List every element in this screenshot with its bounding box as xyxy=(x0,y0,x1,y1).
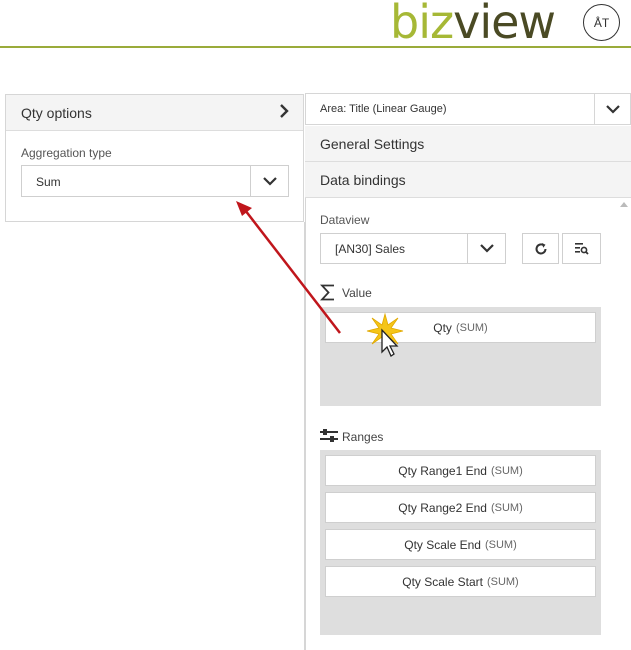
refresh-button[interactable] xyxy=(522,233,559,264)
aggregation-type-label: Aggregation type xyxy=(21,146,112,160)
value-field-qty[interactable]: Qty (SUM) xyxy=(325,312,596,343)
dataview-select[interactable]: [AN30] Sales xyxy=(320,233,506,264)
ranges-label: Ranges xyxy=(342,430,384,444)
qty-options-panel: Qty options Aggregation type Sum xyxy=(5,94,304,222)
value-dropzone[interactable]: Qty (SUM) xyxy=(320,307,601,406)
chevron-down-icon[interactable] xyxy=(467,234,505,263)
aggregation-type-select[interactable]: Sum xyxy=(21,165,289,197)
refresh-icon xyxy=(535,242,546,254)
dataview-value: [AN30] Sales xyxy=(335,242,406,256)
inspect-icon xyxy=(575,243,589,255)
area-select-value: Area: Title (Linear Gauge) xyxy=(320,103,447,115)
qty-options-title: Qty options xyxy=(21,105,92,121)
field-aggregation: (SUM) xyxy=(486,575,519,588)
top-bar: bizview ÅT xyxy=(0,0,631,48)
user-avatar[interactable]: ÅT xyxy=(583,4,620,41)
ranges-dropzone[interactable]: Qty Range1 End (SUM) Qty Range2 End (SUM… xyxy=(320,450,601,635)
area-select[interactable]: Area: Title (Linear Gauge) xyxy=(305,93,631,125)
field-name: Qty Range1 End xyxy=(398,463,487,478)
chevron-down-icon[interactable] xyxy=(594,94,630,124)
chevron-right-icon[interactable] xyxy=(279,103,289,124)
range-field[interactable]: Qty Scale End (SUM) xyxy=(325,529,596,560)
range-field[interactable]: Qty Range2 End (SUM) xyxy=(325,492,596,523)
qty-options-header[interactable]: Qty options xyxy=(6,95,303,131)
scroll-up-icon[interactable] xyxy=(620,202,628,207)
sigma-icon xyxy=(319,284,336,306)
section-data-bindings-label: Data bindings xyxy=(320,172,406,188)
inspect-button[interactable] xyxy=(562,233,601,264)
field-aggregation: (SUM) xyxy=(490,501,523,514)
field-aggregation: (SUM) xyxy=(490,464,523,477)
field-name: Qty Scale Start xyxy=(402,574,483,589)
section-general-settings[interactable]: General Settings xyxy=(305,126,631,162)
field-aggregation: (SUM) xyxy=(484,538,517,551)
bizview-logo: bizview xyxy=(390,0,556,49)
field-name: Qty Range2 End xyxy=(398,500,487,515)
range-field[interactable]: Qty Scale Start (SUM) xyxy=(325,566,596,597)
section-data-bindings[interactable]: Data bindings xyxy=(305,162,631,198)
logo-biz: biz xyxy=(390,0,454,49)
field-name: Qty xyxy=(433,320,452,335)
chevron-down-icon[interactable] xyxy=(250,166,288,196)
logo-view: view xyxy=(453,0,556,49)
range-field[interactable]: Qty Range1 End (SUM) xyxy=(325,455,596,486)
aggregation-type-value: Sum xyxy=(36,175,61,189)
field-name: Qty Scale End xyxy=(404,537,481,552)
sliders-icon xyxy=(320,429,338,448)
dataview-label: Dataview xyxy=(320,213,370,227)
value-label: Value xyxy=(342,286,372,300)
section-general-settings-label: General Settings xyxy=(320,136,425,152)
field-aggregation: (SUM) xyxy=(455,321,488,334)
